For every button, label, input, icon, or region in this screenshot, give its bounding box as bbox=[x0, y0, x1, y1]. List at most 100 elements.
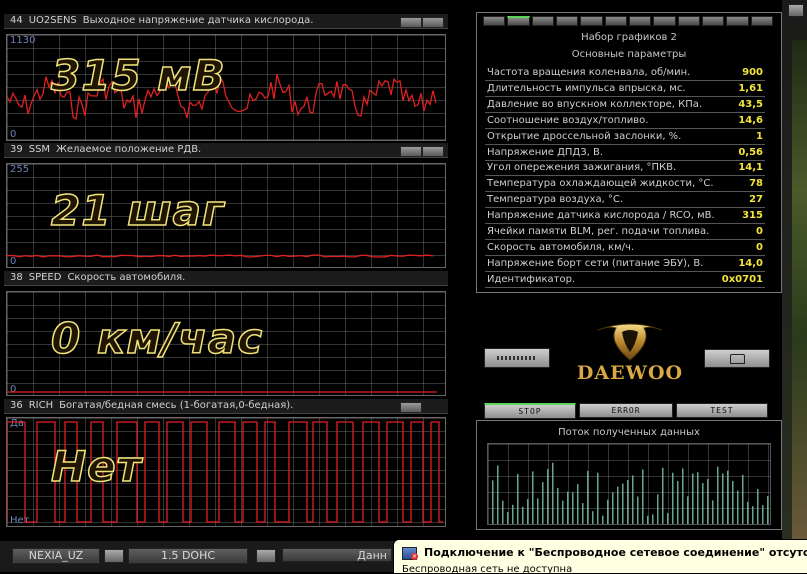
param-row: Температура охлаждающей жидкости, °С. 78 bbox=[485, 176, 765, 193]
stream-bar bbox=[697, 472, 699, 524]
graph-panel-rich: 36 RICH Богатая/бедная смесь (1-богатая,0-… bbox=[4, 399, 448, 529]
stream-bar bbox=[577, 484, 579, 524]
stream-bar bbox=[707, 479, 709, 524]
graph-set-tab[interactable] bbox=[604, 16, 627, 26]
stream-bar bbox=[597, 472, 599, 524]
stream-bar bbox=[667, 513, 669, 524]
stream-bar bbox=[647, 515, 649, 524]
graph-panel-ssm: 39 SSM Желаемое положение РДВ. 255 0 21 ша… bbox=[4, 143, 448, 269]
car-model-field: NEXIA_UZ bbox=[12, 548, 100, 564]
stream-bar bbox=[497, 465, 499, 524]
param-row: Ячейки памяти BLM, рег. подачи топлива. 0 bbox=[485, 224, 765, 240]
graph-set-tab-active[interactable] bbox=[507, 16, 530, 26]
param-row: Напряжение датчика кислорода / RCO, мВ. 3… bbox=[485, 208, 765, 225]
graph-settings-button[interactable] bbox=[400, 17, 422, 28]
stream-bar bbox=[642, 469, 644, 524]
book-icon bbox=[730, 354, 745, 364]
param-label: Напряжение датчика кислорода / RCO, мВ. bbox=[487, 210, 715, 222]
param-value: 78 bbox=[749, 178, 763, 190]
graph-close-button[interactable] bbox=[422, 146, 444, 157]
window-close-button[interactable] bbox=[788, 4, 804, 17]
engine-field: 1.5 DOHC bbox=[128, 548, 248, 564]
graph-header: 44 UO2SENS Выходное напряжение датчика кис… bbox=[4, 14, 448, 29]
engine-button[interactable] bbox=[256, 549, 276, 563]
graph-set-tab[interactable] bbox=[628, 16, 652, 26]
current-value-o2: 315 мВ bbox=[50, 50, 226, 101]
network-notification[interactable]: × Подключение к "Беспроводное сетевое со… bbox=[393, 539, 807, 574]
param-label: Давление во впускном коллекторе, КПа. bbox=[487, 98, 703, 110]
current-value-ssm: 21 шаг bbox=[50, 185, 225, 236]
stream-bar bbox=[617, 486, 619, 524]
param-value: 27 bbox=[749, 194, 763, 206]
graph-set-tab[interactable] bbox=[677, 16, 700, 26]
param-value: 0 bbox=[756, 226, 763, 237]
param-label: Длительность импульса впрыска, мс. bbox=[487, 82, 686, 94]
stream-bar bbox=[717, 466, 719, 524]
stream-bar bbox=[747, 501, 749, 524]
stream-bar bbox=[592, 511, 594, 524]
stream-bar bbox=[622, 483, 624, 524]
graph-set-tab[interactable] bbox=[555, 16, 579, 26]
current-value-rich: Нет bbox=[50, 441, 142, 492]
stream-bar bbox=[572, 492, 574, 524]
graph-set-tab[interactable] bbox=[653, 16, 676, 26]
param-row: Частота вращения коленвала, об/мин. 900 bbox=[485, 65, 765, 81]
car-model-button[interactable] bbox=[104, 549, 124, 563]
param-row: Идентификатор. 0x0701 bbox=[485, 272, 765, 288]
stream-bar bbox=[662, 467, 664, 524]
param-value: 14,0 bbox=[738, 257, 763, 269]
left-control-button[interactable] bbox=[484, 348, 550, 368]
param-label: Температура воздуха, °С. bbox=[487, 194, 624, 206]
data-stream-plot bbox=[487, 443, 771, 525]
data-stream-bars bbox=[492, 462, 769, 524]
param-value: 315 bbox=[742, 210, 763, 222]
stream-bar bbox=[737, 490, 739, 524]
waveform-icon bbox=[497, 356, 537, 360]
param-label: Скорость автомобиля, км/ч. bbox=[487, 241, 635, 253]
stream-bar bbox=[627, 480, 629, 524]
daewoo-logo: DAEWOO bbox=[560, 318, 700, 386]
graph-set-tab[interactable] bbox=[531, 16, 554, 26]
graph-set-tab[interactable] bbox=[483, 16, 506, 26]
graph-set-tab[interactable] bbox=[701, 16, 725, 26]
stream-bar bbox=[687, 496, 689, 524]
stream-bar bbox=[637, 496, 639, 524]
graph-set-tab[interactable] bbox=[580, 16, 603, 26]
stream-bar bbox=[512, 504, 514, 524]
error-button[interactable]: ERROR bbox=[579, 403, 673, 418]
param-row: Давление во впускном коллекторе, КПа. 43,… bbox=[485, 97, 765, 113]
stream-bar bbox=[492, 480, 494, 524]
stream-bar bbox=[727, 470, 729, 524]
param-value: 14,1 bbox=[738, 162, 763, 174]
params-title: Основные параметры bbox=[571, 49, 687, 60]
graph-set-tab[interactable] bbox=[726, 16, 749, 26]
graph-set-tabs bbox=[483, 16, 773, 26]
test-button[interactable]: TEST bbox=[676, 403, 768, 418]
graph-header: 36 RICH Богатая/бедная смесь (1-богатая,0-… bbox=[4, 399, 448, 414]
data-stream-panel: Поток полученных данных bbox=[476, 420, 782, 530]
param-label: Ячейки памяти BLM, рег. подачи топлива. bbox=[487, 226, 710, 237]
param-row: Длительность импульса впрыска, мс. 1,61 bbox=[485, 81, 765, 97]
stream-bar bbox=[657, 494, 659, 524]
graph-settings-button[interactable] bbox=[400, 146, 422, 157]
graph-close-button[interactable] bbox=[422, 17, 444, 28]
param-row: Угол опережения зажигания, °ПКВ. 14,1 bbox=[485, 160, 765, 177]
stream-bar bbox=[722, 473, 724, 524]
stream-bar bbox=[582, 503, 584, 524]
notification-title: Подключение к "Беспроводное сетевое соед… bbox=[424, 546, 807, 559]
stream-bar bbox=[732, 480, 734, 524]
param-value: 1 bbox=[756, 130, 763, 142]
stream-bar bbox=[672, 472, 674, 524]
stream-bar bbox=[537, 498, 539, 524]
param-label: Идентификатор. bbox=[487, 273, 576, 285]
graph-plot-rich: Да Нет Нет bbox=[6, 417, 446, 527]
stream-bar bbox=[502, 500, 504, 524]
right-control-button[interactable] bbox=[704, 349, 770, 368]
stop-button[interactable]: STOP bbox=[484, 403, 576, 419]
stream-bar bbox=[562, 500, 564, 524]
graph-set-tab[interactable] bbox=[750, 16, 773, 26]
stream-bar bbox=[712, 500, 714, 524]
graph-settings-button[interactable] bbox=[400, 402, 422, 413]
params-panel: Набор графиков 2 Основные параметры Част… bbox=[476, 12, 782, 293]
graph-header: 39 SSM Желаемое положение РДВ. bbox=[4, 143, 448, 158]
